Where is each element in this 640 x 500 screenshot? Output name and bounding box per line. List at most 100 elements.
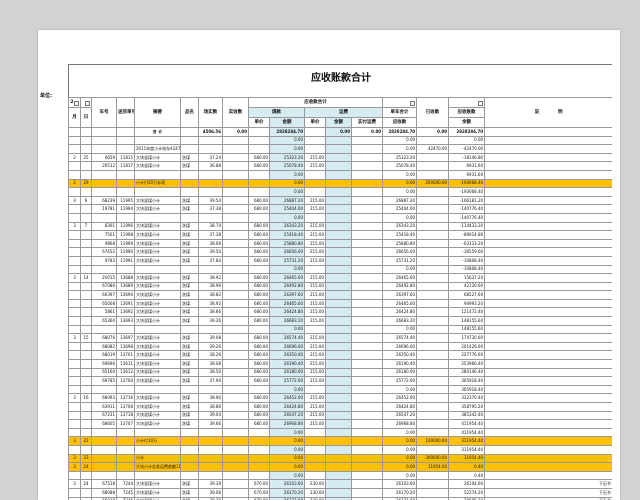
cell-ticket[interactable]: 13716 [116, 393, 135, 403]
cell-balance[interactable]: 201426.00 [448, 341, 486, 352]
cell-d[interactable] [80, 204, 92, 214]
cell-summary[interactable]: 小计 [134, 453, 181, 464]
cell-car_total[interactable]: 25418.40 [382, 230, 418, 240]
cell-ticket[interactable]: 13718 [116, 410, 135, 421]
cell-fprice[interactable]: 215.00 [304, 195, 326, 206]
cell-balance[interactable]: -18146.80 [448, 152, 486, 163]
cell-fpaid[interactable] [350, 204, 384, 214]
cell-summary[interactable]: 大块混煤小计 [134, 221, 181, 232]
cell-product[interactable] [180, 212, 199, 223]
cell-ticket[interactable] [116, 212, 135, 223]
cell-car[interactable] [91, 324, 117, 335]
cell-fpaid[interactable] [350, 135, 384, 146]
cell-received[interactable] [416, 161, 450, 171]
cell-fprice[interactable]: 215.00 [304, 393, 326, 403]
cell-m[interactable] [68, 324, 81, 335]
cell-fprice[interactable]: 215.00 [304, 238, 326, 249]
cell-price[interactable]: 680.00 [248, 393, 270, 403]
cell-note[interactable] [484, 453, 612, 464]
cell-mine[interactable]: 38.08 [198, 359, 223, 369]
cell-amt[interactable]: 26656.00 [269, 247, 305, 257]
cell-actual[interactable] [222, 479, 249, 489]
cell-fpaid[interactable] [350, 298, 384, 309]
cell-m[interactable] [68, 135, 81, 146]
cell-d[interactable] [80, 187, 92, 197]
cell-summary[interactable]: 大块混煤小计 [134, 230, 181, 240]
cell-amt[interactable]: 0.00 [269, 436, 305, 446]
cell-product[interactable] [180, 144, 199, 154]
cell-product[interactable]: 洗煤 [180, 376, 199, 386]
cell-price[interactable]: 680.00 [248, 281, 270, 292]
cell-amt[interactable]: 26350.40 [269, 350, 305, 361]
cell-famt[interactable] [325, 178, 352, 189]
cell-m[interactable] [68, 444, 81, 455]
cell-car[interactable]: 65360 [91, 316, 117, 326]
cell-fpaid[interactable] [350, 393, 384, 403]
cell-product[interactable]: 洗煤 [180, 204, 199, 214]
cell-fpaid[interactable] [350, 410, 384, 421]
cell-amt[interactable]: 26696.00 [269, 341, 305, 352]
cell-balance[interactable]: 411954.40 [448, 419, 486, 429]
cell-balance[interactable]: 11954.40 [448, 453, 486, 464]
cell-car[interactable]: 68019 [91, 350, 117, 361]
cell-ticket[interactable]: 13612 [116, 367, 135, 378]
cell-summary[interactable]: 大块混煤小计 [134, 255, 181, 266]
cell-balance[interactable]: 52274.20 [448, 487, 486, 498]
cell-price[interactable]: 680.00 [248, 238, 270, 249]
cell-fprice[interactable]: 215.00 [304, 255, 326, 266]
cell-product[interactable]: 洗煤 [180, 350, 199, 361]
cell-received[interactable] [416, 376, 450, 386]
cell-d[interactable] [80, 238, 92, 249]
cell-price[interactable] [248, 436, 270, 446]
cell-famt[interactable] [325, 359, 352, 369]
cell-note[interactable]: 下石节 [484, 487, 612, 498]
cell-note[interactable] [484, 436, 612, 446]
cell-actual[interactable] [222, 144, 249, 154]
cell-car_total[interactable]: 26424.80 [382, 402, 418, 412]
cell-mine[interactable]: 38.06 [198, 238, 223, 249]
cell-d[interactable]: 29 [80, 178, 92, 189]
cell-balance[interactable]: -193068.40 [448, 178, 486, 189]
cell-summary[interactable] [134, 444, 181, 455]
cell-fprice[interactable]: 215.00 [304, 281, 326, 292]
cell-product[interactable] [180, 427, 199, 438]
cell-mine[interactable]: 36.88 [198, 161, 223, 171]
cell-d[interactable]: 23 [80, 453, 92, 464]
cell-m[interactable] [68, 410, 81, 421]
cell-ticket[interactable]: 7245 [116, 487, 135, 498]
cell-m[interactable] [68, 402, 81, 412]
cell-amt[interactable]: 26180.00 [269, 367, 305, 378]
cell-mine[interactable] [198, 470, 223, 481]
cell-car_total[interactable]: 0.00 [382, 135, 418, 146]
cell-mine[interactable] [198, 384, 223, 395]
cell-car[interactable]: 6659 [91, 152, 117, 163]
cell-summary[interactable]: 大块混煤小计 [134, 350, 181, 361]
cell-car_total[interactable]: 0.00 [382, 436, 418, 446]
cell-fpaid[interactable] [350, 487, 384, 498]
cell-fprice[interactable]: 215.00 [304, 204, 326, 214]
cell-m[interactable] [68, 230, 81, 240]
cell-product[interactable]: 洗煤 [180, 393, 199, 403]
cell-mine[interactable]: 38.86 [198, 402, 223, 412]
cell-car[interactable] [91, 178, 117, 189]
cell-actual[interactable] [222, 204, 249, 214]
cell-m[interactable] [68, 470, 81, 481]
cell-fprice[interactable] [304, 384, 326, 395]
cell-note[interactable] [484, 350, 612, 361]
cell-note[interactable] [484, 204, 612, 214]
cell-d[interactable] [80, 444, 92, 455]
cell-fpaid[interactable] [350, 247, 384, 257]
cell-d[interactable] [80, 307, 92, 318]
cell-received[interactable] [416, 204, 450, 214]
cell-actual[interactable] [222, 187, 249, 197]
cell-note[interactable] [484, 333, 612, 343]
cell-mine[interactable] [198, 144, 223, 154]
cell-car[interactable]: 2V015 [91, 273, 117, 283]
cell-ticket[interactable]: 13707 [116, 419, 135, 429]
cell-d[interactable] [80, 359, 92, 369]
cell-car_total[interactable]: 26465.60 [382, 273, 418, 283]
cell-famt[interactable] [325, 367, 352, 378]
cell-actual[interactable] [222, 247, 249, 257]
cell-fprice[interactable] [304, 187, 326, 197]
cell-d[interactable] [80, 402, 92, 412]
